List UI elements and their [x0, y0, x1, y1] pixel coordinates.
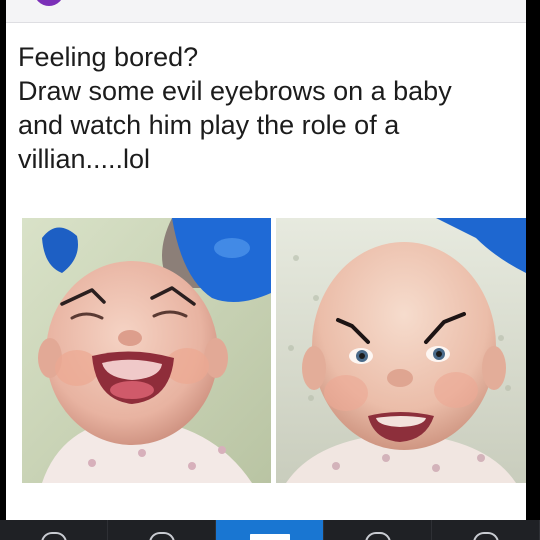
- back-icon: [40, 532, 67, 540]
- photo-laughing-baby[interactable]: [22, 218, 271, 483]
- tab-more[interactable]: [432, 520, 540, 540]
- tab-back[interactable]: [0, 520, 108, 540]
- tab-feed[interactable]: [216, 520, 324, 540]
- feed-icon: [249, 534, 290, 540]
- notifications-icon: [364, 532, 391, 540]
- post-text-line: Feeling bored?: [18, 42, 199, 72]
- photo-grinning-baby[interactable]: [276, 218, 526, 483]
- post-text-line: villian.....lol: [18, 144, 151, 174]
- home-icon: [148, 532, 175, 540]
- tab-notifications[interactable]: [324, 520, 432, 540]
- more-icon: [472, 532, 499, 540]
- bottom-nav-bar: [0, 520, 540, 540]
- post-header-strip: [6, 0, 526, 23]
- post-text-line: Draw some evil eyebrows on a baby: [18, 76, 452, 106]
- post-text-line: and watch him play the role of a: [18, 110, 400, 140]
- tab-home[interactable]: [108, 520, 216, 540]
- post-text: Feeling bored? Draw some evil eyebrows o…: [18, 40, 518, 176]
- grinning-baby-image: [276, 218, 526, 483]
- profile-avatar[interactable]: [34, 0, 64, 6]
- laughing-baby-image: [22, 218, 271, 483]
- post-card: Feeling bored? Draw some evil eyebrows o…: [6, 0, 526, 520]
- screen: Feeling bored? Draw some evil eyebrows o…: [0, 0, 540, 540]
